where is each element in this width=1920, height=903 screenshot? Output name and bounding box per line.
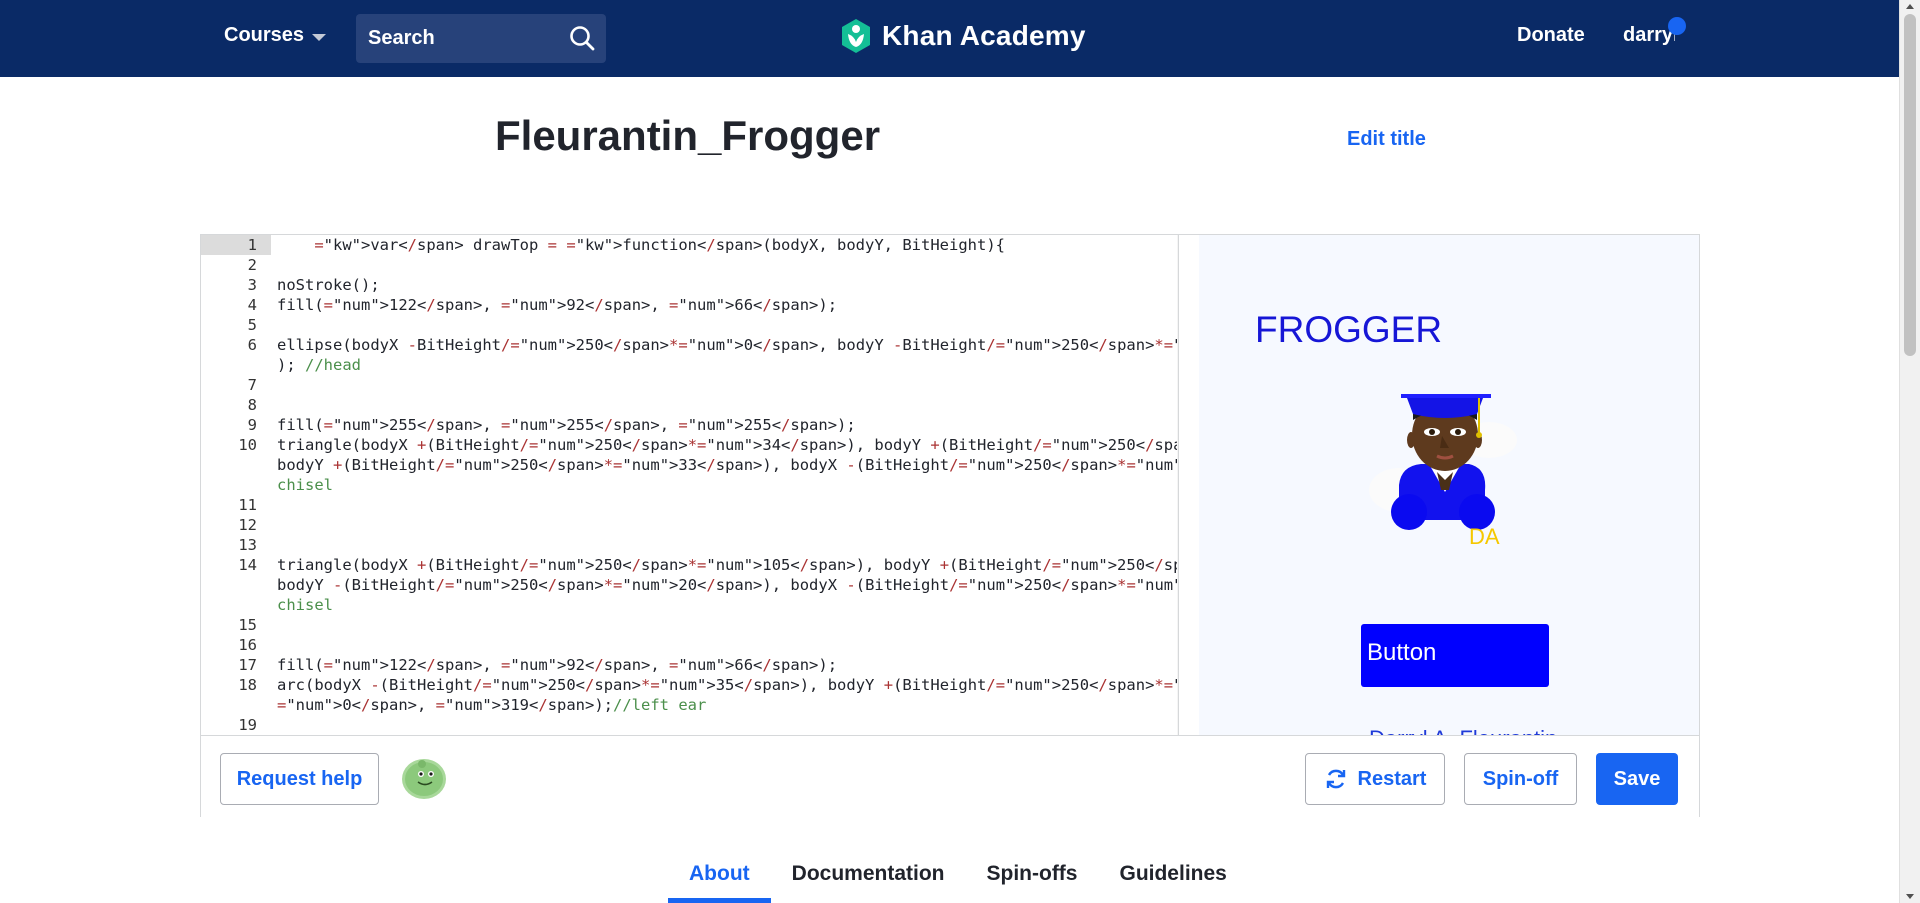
program-title: Fleurantin_Frogger — [495, 112, 881, 159]
line-number: 1 — [201, 235, 271, 255]
editor-scrollbar[interactable] — [1177, 235, 1178, 735]
line-number: 8 — [247, 396, 257, 414]
canvas-credit-text: Darryl A. Fleurantin — [1369, 726, 1557, 735]
restart-label: Restart — [1357, 767, 1427, 790]
top-nav-bar: Courses Search Khan Academy Donate darry… — [0, 0, 1899, 77]
line-number: 16 — [238, 636, 257, 654]
page-scrollbar[interactable] — [1899, 0, 1920, 903]
code-line[interactable]: arc(bodyX -(BitHeight/="num">250</span>*… — [277, 675, 1178, 695]
tab-documentation[interactable]: Documentation — [771, 858, 966, 903]
spin-off-button[interactable]: Spin-off — [1464, 753, 1577, 805]
leaf-logo-icon — [842, 19, 870, 53]
tab-guidelines[interactable]: Guidelines — [1098, 858, 1247, 903]
code-line[interactable]: ellipse(bodyX -BitHeight/="num">250</spa… — [277, 335, 1178, 355]
line-number-gutter: 1 2 3 4 5 6 7 8 9 10 11 12 13 14 15 16 17 18 19 — [201, 235, 271, 735]
save-button[interactable]: Save — [1596, 753, 1678, 805]
line-number: 6 — [247, 336, 257, 354]
code-line[interactable]: fill(="num">122</span>, ="num">92</span>… — [277, 655, 837, 675]
chevron-down-icon — [312, 33, 327, 41]
code-line[interactable]: triangle(bodyX +(BitHeight/="num">250</s… — [277, 435, 1178, 455]
canvas-button[interactable]: Button — [1361, 624, 1549, 687]
donate-link[interactable]: Donate — [1517, 24, 1585, 47]
program-editor-panel: 1 2 3 4 5 6 7 8 9 10 11 12 13 14 15 16 17 18 19 ="kw">var<… — [200, 234, 1700, 817]
line-number: 19 — [238, 716, 257, 734]
graduate-character-image — [1369, 394, 1517, 530]
code-line[interactable]: ); //head — [277, 355, 361, 375]
line-number: 13 — [238, 536, 257, 554]
sprite-letters: DA — [1469, 524, 1500, 549]
line-number: 15 — [238, 616, 257, 634]
line-number: 5 — [247, 316, 257, 334]
line-number: 17 — [238, 656, 257, 674]
canvas-heading: FROGGER — [1255, 309, 1443, 350]
scrollbar-thumb[interactable] — [1904, 14, 1916, 356]
search-icon[interactable] — [568, 24, 596, 52]
request-help-button[interactable]: Request help — [220, 753, 379, 805]
restart-icon — [1326, 769, 1345, 789]
line-number: 2 — [247, 256, 257, 274]
line-number: 12 — [238, 516, 257, 534]
code-line[interactable]: noStroke(); — [277, 275, 380, 295]
scroll-up-arrow-icon[interactable] — [1906, 4, 1914, 9]
code-line[interactable]: bodyY -(BitHeight/="num">250</span>*="nu… — [277, 575, 1178, 595]
avatar[interactable] — [400, 755, 448, 801]
search-input[interactable]: Search — [356, 14, 606, 63]
scroll-down-arrow-icon[interactable] — [1906, 894, 1914, 899]
tab-about[interactable]: About — [668, 858, 771, 903]
line-number: 14 — [238, 556, 257, 574]
line-number: 3 — [247, 276, 257, 294]
courses-label: Courses — [224, 24, 305, 46]
courses-menu-button[interactable]: Courses — [224, 24, 327, 47]
line-number: 18 — [238, 676, 257, 694]
code-line[interactable]: chisel — [277, 475, 333, 495]
editor-toolbar: Request help Restart Spin-off Save — [201, 735, 1699, 817]
line-number: 9 — [247, 416, 257, 434]
code-editor[interactable]: 1 2 3 4 5 6 7 8 9 10 11 12 13 14 15 16 17 18 19 ="kw">var<… — [201, 235, 1179, 735]
program-tabs: About Documentation Spin-offs Guidelines — [668, 858, 1248, 903]
code-line[interactable]: fill(="num">255</span>, ="num">255</span… — [277, 415, 856, 435]
line-number: 7 — [247, 376, 257, 394]
tab-spin-offs[interactable]: Spin-offs — [966, 858, 1099, 903]
edit-title-link[interactable]: Edit title — [1347, 128, 1426, 151]
code-line[interactable]: triangle(bodyX +(BitHeight/="num">250</s… — [277, 555, 1178, 575]
line-number: 11 — [238, 496, 257, 514]
logo-text: Khan Academy — [882, 20, 1086, 51]
code-line[interactable]: chisel — [277, 595, 333, 615]
code-line[interactable]: ="kw">var</span> drawTop = ="kw">functio… — [277, 235, 1005, 255]
line-number: 10 — [238, 436, 257, 454]
search-label: Search — [368, 27, 435, 49]
restart-button[interactable]: Restart — [1305, 753, 1445, 805]
khan-academy-logo[interactable]: Khan Academy — [840, 18, 1086, 54]
program-canvas[interactable]: FROGGER DA Button — [1199, 235, 1699, 735]
code-line[interactable]: ="num">0</span>, ="num">319</span>);//le… — [277, 695, 706, 715]
line-number: 4 — [247, 296, 257, 314]
notification-dot[interactable] — [1668, 17, 1686, 35]
code-line[interactable]: fill(="num">122</span>, ="num">92</span>… — [277, 295, 837, 315]
code-line[interactable]: bodyY +(BitHeight/="num">250</span>*="nu… — [277, 455, 1178, 475]
